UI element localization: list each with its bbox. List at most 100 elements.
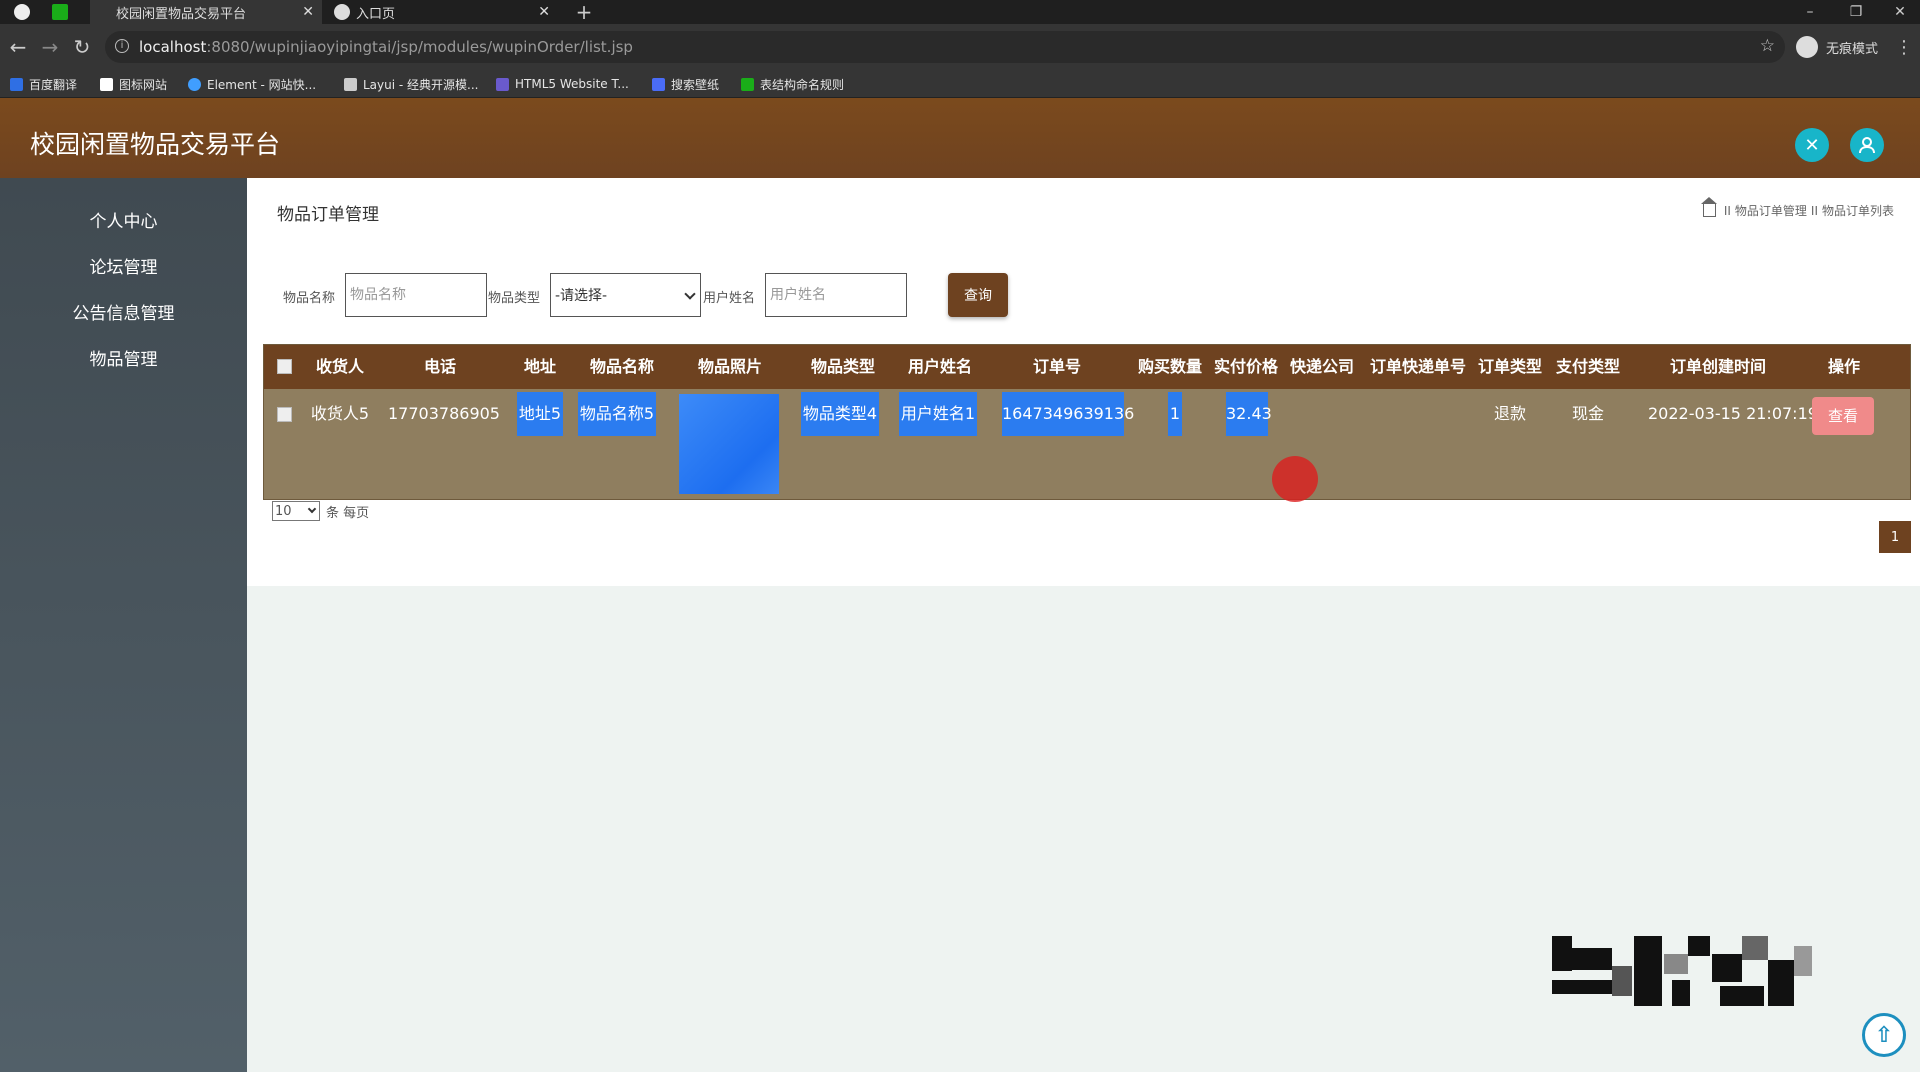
col-header: 订单号 bbox=[1032, 357, 1081, 376]
cell-receiver: 收货人5 bbox=[310, 404, 370, 423]
info-icon: i bbox=[115, 39, 129, 53]
item-type-select[interactable]: -请选择- bbox=[550, 273, 701, 317]
select-all-checkbox[interactable] bbox=[277, 359, 292, 374]
user-name-input[interactable] bbox=[765, 273, 907, 317]
col-header: 物品类型 bbox=[810, 357, 875, 376]
scroll-to-top-button[interactable]: ⇧ bbox=[1862, 1013, 1906, 1057]
col-header: 物品名称 bbox=[589, 357, 654, 376]
reload-icon[interactable]: ↻ bbox=[70, 35, 94, 59]
item-name-input[interactable] bbox=[345, 273, 487, 317]
chevron-down-icon bbox=[684, 288, 696, 300]
row-checkbox[interactable] bbox=[277, 407, 292, 422]
page-size-suffix: 条 每页 bbox=[326, 505, 370, 521]
tab-platform[interactable]: 校园闲置物品交易平台 ✕ bbox=[90, 0, 322, 24]
wallpaper-icon bbox=[652, 77, 665, 91]
sheet-icon bbox=[741, 77, 754, 91]
incognito-label: 无痕模式 bbox=[1825, 41, 1878, 57]
home-icon[interactable] bbox=[1700, 197, 1717, 217]
element-icon bbox=[188, 77, 201, 91]
window-close-icon[interactable]: ✕ bbox=[1880, 0, 1920, 24]
page-size-control: 10 条 每页 bbox=[272, 501, 369, 521]
bookmark-item[interactable]: Element - 网站快... bbox=[188, 75, 316, 93]
tab-title: 校园闲置物品交易平台 bbox=[116, 6, 247, 22]
translate-icon bbox=[10, 77, 23, 91]
bookmark-item[interactable]: 搜索壁纸 bbox=[652, 75, 719, 93]
html5-icon bbox=[496, 77, 509, 91]
bookmark-item[interactable]: 百度翻译 bbox=[10, 75, 77, 93]
bookmark-item[interactable]: Layui - 经典开源模... bbox=[344, 75, 478, 93]
page-size-select[interactable]: 10 bbox=[272, 501, 320, 521]
col-header: 用户姓名 bbox=[907, 357, 972, 376]
table-header: 收货人 电话 地址 物品名称 物品照片 物品类型 用户姓名 订单号 购买数量 实… bbox=[264, 345, 1910, 389]
breadcrumb-sep: II bbox=[1810, 203, 1818, 218]
bookmark-label: 表结构命名规则 bbox=[760, 77, 845, 92]
sidebar-item-personal-center[interactable]: 个人中心 bbox=[0, 202, 247, 242]
cell-pay-type: 现金 bbox=[1571, 404, 1604, 423]
breadcrumb-sep: II bbox=[1723, 203, 1731, 218]
cell-courier bbox=[1286, 389, 1358, 439]
cell-tracking-no bbox=[1364, 389, 1472, 439]
star-icon[interactable]: ☆ bbox=[1760, 36, 1775, 56]
restore-icon[interactable]: ❐ bbox=[1836, 0, 1876, 24]
close-icon[interactable]: ✕ bbox=[302, 4, 314, 20]
col-header: 快递公司 bbox=[1289, 357, 1354, 376]
sidebar-item-items[interactable]: 物品管理 bbox=[0, 340, 247, 380]
cell-address: 地址5 bbox=[517, 392, 563, 436]
click-indicator bbox=[1272, 456, 1318, 502]
new-tab-icon[interactable]: + bbox=[564, 0, 604, 24]
address-bar[interactable]: i localhost:8080/wupinjiaoyipingtai/jsp/… bbox=[105, 31, 1785, 63]
pagination-current-page[interactable]: 1 bbox=[1879, 521, 1911, 553]
query-button[interactable]: 查询 bbox=[948, 273, 1008, 317]
sidebar-item-label: 论坛管理 bbox=[89, 258, 158, 278]
sidebar-item-forum[interactable]: 论坛管理 bbox=[0, 248, 247, 288]
back-icon[interactable]: ← bbox=[6, 35, 30, 59]
main-panel: 物品订单管理 II 物品订单管理 II 物品订单列表 物品名称 物品类型 -请选… bbox=[247, 178, 1920, 586]
sidebar-item-label: 物品管理 bbox=[89, 350, 158, 370]
incognito-icon bbox=[1795, 36, 1818, 58]
url-host: localhost bbox=[139, 38, 207, 56]
close-icon[interactable]: ✕ bbox=[538, 4, 550, 20]
bookmark-label: 搜索壁纸 bbox=[671, 77, 720, 92]
breadcrumb-item[interactable]: 物品订单管理 bbox=[1735, 202, 1807, 219]
globe-icon bbox=[334, 4, 350, 20]
sidebar-item-announcements[interactable]: 公告信息管理 bbox=[0, 294, 247, 334]
col-header: 收货人 bbox=[315, 357, 364, 376]
bookmark-item[interactable]: 图标网站 bbox=[100, 75, 167, 93]
bookmark-item[interactable]: 表结构命名规则 bbox=[741, 75, 844, 93]
cell-created-at: 2022-03-15 21:07:19 bbox=[1648, 404, 1818, 423]
incognito-indicator[interactable]: 无痕模式 bbox=[1795, 35, 1878, 59]
user-icon[interactable] bbox=[1850, 128, 1884, 162]
app-title: 校园闲置物品交易平台 bbox=[30, 130, 281, 159]
pinned-tab-icon[interactable] bbox=[52, 4, 68, 20]
col-header: 电话 bbox=[423, 357, 456, 376]
cell-order-no: 1647349639136 bbox=[1002, 392, 1134, 436]
cell-quantity: 1 bbox=[1168, 392, 1182, 436]
forward-icon[interactable]: → bbox=[38, 35, 62, 59]
item-photo[interactable] bbox=[679, 394, 779, 494]
page-size-value: 10 bbox=[275, 503, 292, 519]
breadcrumb: II 物品订单管理 II 物品订单列表 bbox=[1700, 197, 1894, 219]
bookmarks-bar: 百度翻译 图标网站 Element - 网站快... Layui - 经典开源模… bbox=[0, 70, 1920, 98]
item-type-value: -请选择- bbox=[555, 288, 608, 304]
user-glyph bbox=[1859, 137, 1875, 154]
bookmark-item[interactable]: HTML5 Website T... bbox=[496, 75, 629, 93]
bookmark-label: HTML5 Website T... bbox=[515, 77, 629, 91]
cell-item-name: 物品名称5 bbox=[578, 392, 656, 436]
url-path: :8080/wupinjiaoyipingtai/jsp/modules/wup… bbox=[206, 38, 633, 56]
sidebar-item-label: 公告信息管理 bbox=[72, 304, 175, 324]
more-menu-icon[interactable]: ⋮ bbox=[1892, 35, 1916, 59]
page-title: 物品订单管理 bbox=[277, 205, 379, 225]
col-header: 购买数量 bbox=[1137, 357, 1202, 376]
cell-order-type: 退款 bbox=[1493, 404, 1526, 423]
col-header: 实付价格 bbox=[1213, 357, 1278, 376]
view-button[interactable]: 查看 bbox=[1812, 397, 1874, 435]
cell-item-type: 物品类型4 bbox=[801, 392, 879, 436]
tab-entry[interactable]: 入口页 ✕ bbox=[328, 0, 558, 24]
bookmark-label: 图标网站 bbox=[119, 77, 168, 92]
flag-icon bbox=[100, 77, 113, 91]
browser-menu-icon[interactable] bbox=[14, 4, 30, 20]
fullscreen-icon[interactable]: ✕ bbox=[1795, 128, 1829, 162]
bookmark-label: Element - 网站快... bbox=[207, 77, 317, 92]
col-header: 地址 bbox=[523, 357, 556, 376]
minimize-icon[interactable]: – bbox=[1790, 0, 1830, 24]
